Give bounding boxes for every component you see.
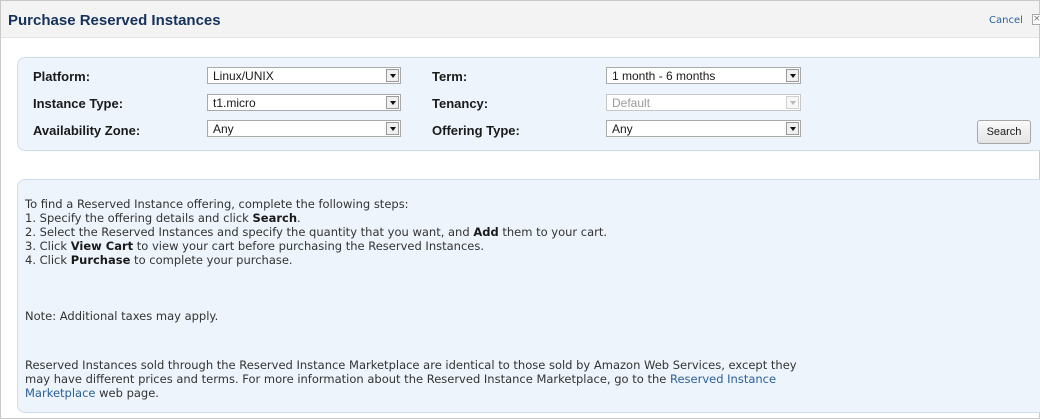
tenancy-select-value: Default (612, 96, 651, 110)
marketplace-info-text-end: web page. (95, 386, 159, 400)
platform-select-value: Linux/UNIX (213, 69, 274, 83)
step-text-end: to view your cart before purchasing the … (133, 239, 484, 253)
purchase-reserved-instances-dialog: Purchase Reserved Instances Cancel × Pla… (0, 0, 1040, 419)
instructions-intro: To find a Reserved Instance offering, co… (25, 197, 409, 211)
step-text-end: . (297, 211, 301, 225)
availability-zone-select-value: Any (213, 122, 234, 136)
instruction-step: 1. Specify the offering details and clic… (25, 211, 301, 225)
marketplace-info-line-3: Marketplace web page. (25, 386, 159, 400)
dialog-titlebar: Purchase Reserved Instances Cancel × (1, 1, 1040, 38)
instruction-step: 4. Click Purchase to complete your purch… (25, 253, 293, 267)
step-number: 3. (25, 239, 36, 253)
term-label: Term: (432, 69, 468, 84)
step-number: 1. (25, 211, 36, 225)
marketplace-link[interactable]: Reserved Instance (670, 372, 776, 386)
step-text: Click (39, 239, 71, 253)
marketplace-info-line-2: may have different prices and terms. For… (25, 372, 776, 386)
cancel-link[interactable]: Cancel (989, 15, 1023, 26)
marketplace-link[interactable]: Marketplace (25, 386, 95, 400)
offering-type-select[interactable]: Any (606, 120, 801, 137)
instruction-step: 2. Select the Reserved Instances and spe… (25, 225, 607, 239)
instance-type-select[interactable]: t1.micro (207, 94, 401, 111)
offering-filter-panel (17, 57, 1040, 151)
step-text-end: to complete your purchase. (130, 253, 293, 267)
instance-type-select-value: t1.micro (213, 96, 256, 110)
term-select-value: 1 month - 6 months (612, 69, 716, 83)
platform-label: Platform: (33, 69, 91, 84)
dialog-title: Purchase Reserved Instances (8, 12, 221, 29)
chevron-down-icon (386, 122, 399, 135)
instance-type-label: Instance Type: (33, 96, 124, 111)
chevron-down-icon (786, 122, 799, 135)
chevron-down-icon (386, 69, 399, 82)
step-action: Purchase (70, 253, 131, 267)
chevron-down-icon (786, 96, 799, 109)
instruction-step: 3. Click View Cart to view your cart bef… (25, 239, 484, 253)
search-button[interactable]: Search (977, 120, 1031, 144)
marketplace-info-text: may have different prices and terms. For… (25, 372, 670, 386)
offering-type-label: Offering Type: (432, 123, 520, 138)
step-number: 2. (25, 225, 36, 239)
chevron-down-icon (386, 96, 399, 109)
step-text: Specify the offering details and click (39, 211, 253, 225)
availability-zone-label: Availability Zone: (33, 123, 141, 138)
taxes-note: Note: Additional taxes may apply. (25, 309, 219, 323)
step-text: Select the Reserved Instances and specif… (39, 225, 474, 239)
step-number: 4. (25, 253, 36, 267)
close-icon[interactable]: × (1032, 14, 1040, 25)
step-action: Search (252, 211, 298, 225)
offering-type-select-value: Any (612, 122, 633, 136)
step-text-end: them to your cart. (498, 225, 608, 239)
tenancy-select: Default (606, 94, 801, 111)
platform-select[interactable]: Linux/UNIX (207, 67, 401, 84)
term-select[interactable]: 1 month - 6 months (606, 67, 801, 84)
step-action: Add (473, 225, 499, 239)
tenancy-label: Tenancy: (432, 96, 489, 111)
chevron-down-icon (786, 69, 799, 82)
marketplace-info-line-1: Reserved Instances sold through the Rese… (25, 358, 797, 372)
availability-zone-select[interactable]: Any (207, 120, 401, 137)
step-action: View Cart (70, 239, 134, 253)
step-text: Click (39, 253, 71, 267)
